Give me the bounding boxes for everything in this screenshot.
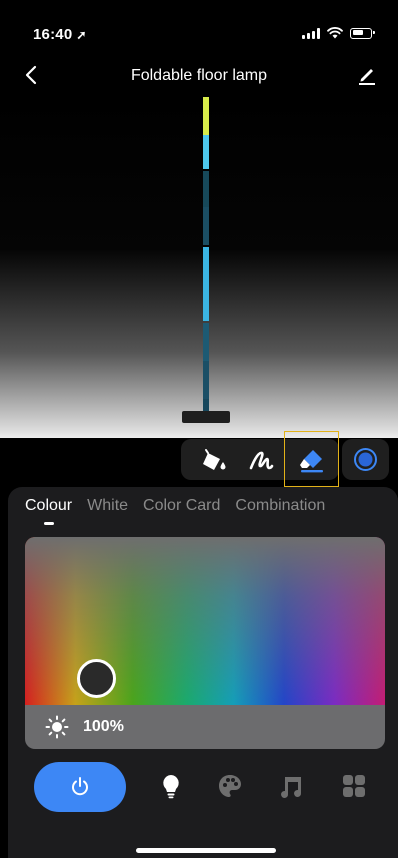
mode-tabs: Colour White Color Card Combination <box>25 497 325 515</box>
power-button[interactable] <box>34 762 126 812</box>
lamp-segment[interactable] <box>203 171 209 207</box>
palette-icon[interactable] <box>217 773 243 799</box>
paint-bucket-icon[interactable] <box>199 446 227 474</box>
brush-stroke-icon[interactable] <box>247 446 275 474</box>
brightness-slider[interactable]: 100% <box>25 705 385 749</box>
music-icon[interactable] <box>279 773 305 799</box>
tab-colour[interactable]: Colour <box>25 497 72 515</box>
sun-icon <box>45 715 69 739</box>
battery-icon <box>350 27 375 39</box>
power-icon <box>72 777 88 796</box>
signal-icon <box>302 27 320 39</box>
bulb-icon[interactable] <box>158 773 184 799</box>
lamp-segment[interactable] <box>203 323 209 361</box>
lamp-base <box>182 411 230 423</box>
lamp-preview <box>0 95 398 438</box>
page-title: Foldable floor lamp <box>130 67 268 84</box>
tab-color-card[interactable]: Color Card <box>143 497 220 515</box>
tab-white[interactable]: White <box>87 497 128 515</box>
color-picker-button[interactable] <box>342 439 389 480</box>
brightness-value: 100% <box>83 718 124 735</box>
tab-combination[interactable]: Combination <box>235 497 325 515</box>
nav-bar: Foldable floor lamp <box>0 62 398 90</box>
color-palette: 100% <box>25 537 385 749</box>
lamp-segment[interactable] <box>203 207 209 245</box>
home-indicator <box>136 848 276 853</box>
status-time: 16:40 ➚ <box>33 26 87 43</box>
pencil-icon[interactable] <box>356 64 378 86</box>
status-icons <box>302 27 375 39</box>
location-arrow-icon: ➚ <box>76 28 87 42</box>
selected-tool-highlight <box>284 431 339 487</box>
bottom-nav <box>8 760 398 816</box>
color-picker-handle[interactable] <box>77 659 116 698</box>
active-tab-indicator <box>44 522 54 525</box>
control-panel: Colour White Color Card Combination 100% <box>8 487 398 858</box>
status-bar: 16:40 ➚ <box>0 0 398 62</box>
lamp-segment[interactable] <box>203 135 209 169</box>
color-ring-icon <box>354 448 377 471</box>
lamp-segment[interactable] <box>203 247 209 321</box>
wifi-icon <box>327 27 343 39</box>
lamp-segment[interactable] <box>203 361 209 399</box>
lamp-segment[interactable] <box>203 97 209 135</box>
scenes-icon[interactable] <box>341 773 367 799</box>
